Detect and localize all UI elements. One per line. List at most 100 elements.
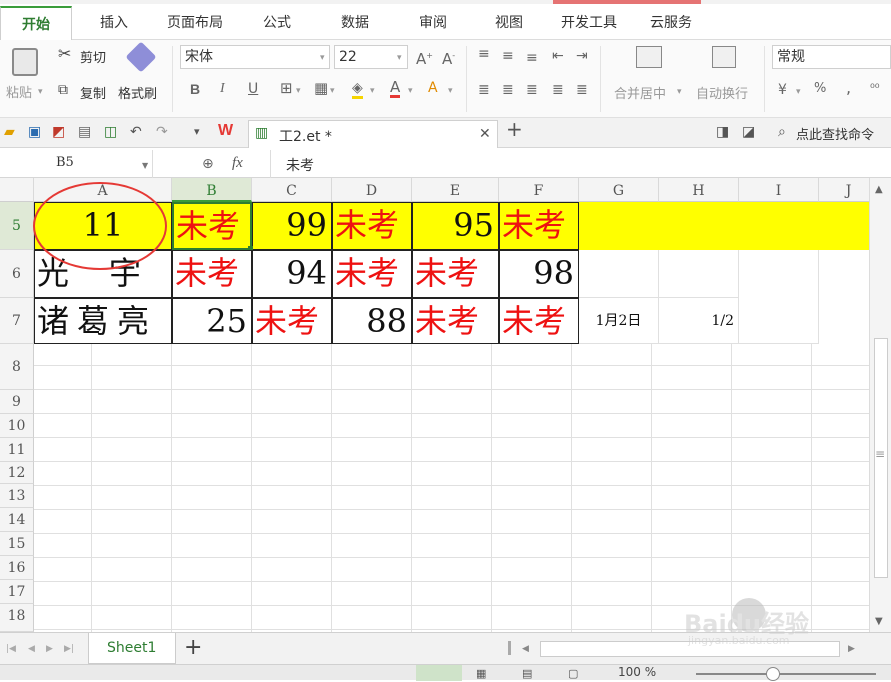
zoom-lookup-icon[interactable]: ⊕	[202, 156, 214, 172]
find-command-input[interactable]: 点此查找命令	[796, 124, 874, 143]
indent-decrease-icon[interactable]: ⇤	[552, 48, 564, 64]
cell-b5-selected[interactable]: 未考	[172, 202, 252, 250]
function-button[interactable]: fx	[232, 155, 243, 172]
decimal-icon[interactable]: ⁰⁰	[870, 80, 880, 96]
column-header-b[interactable]: B	[172, 178, 252, 202]
cell-f5[interactable]: 未考	[499, 202, 579, 250]
paste-button[interactable]: 粘贴	[6, 82, 32, 101]
chevron-down-icon[interactable]: ▾	[408, 83, 413, 99]
format-painter-icon[interactable]	[125, 41, 157, 73]
sheet-tab[interactable]: Sheet1	[88, 633, 176, 664]
close-icon[interactable]: ✕	[479, 126, 491, 142]
cell-c7[interactable]: 未考	[252, 298, 332, 344]
justify-icon[interactable]: ≣	[552, 82, 564, 98]
cut-button[interactable]: 剪切	[80, 47, 106, 66]
chevron-down-icon[interactable]: ▾	[796, 84, 801, 100]
cell-b6[interactable]: 未考	[172, 250, 252, 298]
export-pdf-icon[interactable]: ◩	[52, 124, 65, 140]
align-bottom-icon[interactable]: ≡	[526, 50, 538, 66]
cell-e5[interactable]: 95	[412, 202, 499, 250]
zoom-slider-knob[interactable]	[766, 667, 780, 681]
add-sheet-button[interactable]: +	[184, 635, 202, 660]
undo-icon[interactable]: ↶	[130, 124, 142, 140]
align-left-icon[interactable]: ≣	[478, 82, 490, 98]
percent-button[interactable]: %	[814, 81, 826, 96]
next-sheet-icon[interactable]: ▶	[46, 641, 53, 657]
column-header-d[interactable]: D	[332, 178, 412, 202]
split-handle[interactable]	[508, 641, 511, 655]
row-header-14[interactable]: 14	[0, 508, 34, 532]
font-name-select[interactable]: 宋体	[180, 45, 330, 69]
document-tab[interactable]: ▥ 工2.et * ✕	[248, 120, 498, 148]
cell-h7[interactable]: 1/2	[659, 298, 739, 344]
wps-logo-icon[interactable]: W	[218, 123, 233, 139]
wrap-text-icon[interactable]	[712, 46, 736, 68]
row-header-10[interactable]: 10	[0, 414, 34, 438]
cell-g6[interactable]	[579, 250, 659, 298]
cell-b7[interactable]: 25	[172, 298, 252, 344]
cell-f6[interactable]: 98	[499, 250, 579, 298]
scroll-left-icon[interactable]: ◀	[522, 641, 529, 657]
copy-icon[interactable]: ⧉	[58, 82, 68, 98]
row-header-9[interactable]: 9	[0, 390, 34, 414]
wrap-text-button[interactable]: 自动换行	[696, 83, 748, 102]
paste-icon[interactable]	[12, 48, 38, 76]
chevron-down-icon[interactable]: ▾	[330, 83, 335, 99]
format-painter-button[interactable]: 格式刷	[118, 83, 157, 102]
align-center-icon[interactable]: ≣	[502, 82, 514, 98]
row-header-12[interactable]: 12	[0, 462, 34, 484]
print-icon[interactable]: ▤	[78, 124, 91, 140]
prev-sheet-icon[interactable]: ◀	[28, 641, 35, 657]
zoom-slider[interactable]	[696, 673, 876, 675]
column-header-g[interactable]: G	[579, 178, 659, 202]
column-header-f[interactable]: F	[499, 178, 579, 202]
column-header-i[interactable]: I	[739, 178, 819, 202]
vertical-scrollbar[interactable]: ▲ ≡ ▼	[869, 178, 891, 632]
fill-color-icon[interactable]: ◈	[352, 80, 363, 99]
name-box[interactable]: B5	[56, 155, 74, 170]
merge-center-icon[interactable]	[636, 46, 662, 68]
chevron-down-icon[interactable]: ▾	[38, 84, 43, 100]
column-header-c[interactable]: C	[252, 178, 332, 202]
column-header-h[interactable]: H	[659, 178, 739, 202]
save-icon[interactable]: ▣	[28, 124, 41, 140]
row-header-11[interactable]: 11	[0, 438, 34, 462]
cell-d7[interactable]: 88	[332, 298, 412, 344]
cell-f7[interactable]: 未考	[499, 298, 579, 344]
chevron-down-icon[interactable]: ▼	[142, 158, 148, 174]
increase-font-icon[interactable]: A+	[416, 48, 433, 67]
empty-cells[interactable]	[34, 344, 869, 632]
cell-a7[interactable]: 诸葛亮	[34, 298, 172, 344]
tab-data[interactable]: 数据	[330, 6, 380, 40]
align-top-icon[interactable]: ≡	[478, 46, 490, 62]
first-sheet-icon[interactable]: |◀	[6, 641, 16, 657]
clear-format-icon[interactable]: A	[428, 80, 438, 96]
cell-c5[interactable]: 99	[252, 202, 332, 250]
cell-c6[interactable]: 94	[252, 250, 332, 298]
decrease-font-icon[interactable]: A-	[442, 48, 455, 67]
panel-toggle-icon[interactable]: ◨	[716, 124, 729, 140]
chevron-down-icon[interactable]: ▾	[677, 84, 682, 100]
align-right-icon[interactable]: ≣	[526, 82, 538, 98]
row-header-16[interactable]: 16	[0, 556, 34, 580]
cell-g7[interactable]: 1月2日	[579, 298, 659, 344]
row-header-18[interactable]: 18	[0, 604, 34, 632]
row-header-17[interactable]: 17	[0, 580, 34, 604]
tab-home[interactable]: 开始	[0, 6, 72, 40]
tab-page-layout[interactable]: 页面布局	[158, 6, 232, 40]
cell-style-icon[interactable]: ▦	[314, 80, 328, 96]
currency-icon[interactable]: ¥	[778, 82, 787, 98]
copy-button[interactable]: 复制	[80, 83, 106, 102]
chevron-up-icon[interactable]: ▲	[875, 182, 883, 198]
formula-input[interactable]: 未考	[286, 155, 314, 175]
spreadsheet-grid[interactable]: A B C D E F G H I J 5 6 7 8 9 10 11 12 1…	[0, 178, 891, 632]
scissors-icon[interactable]: ✂	[58, 46, 71, 62]
normal-view-button[interactable]	[416, 665, 462, 681]
indent-increase-icon[interactable]: ⇥	[576, 48, 588, 64]
redo-icon[interactable]: ↷	[156, 124, 168, 140]
border-icon[interactable]: ⊞	[280, 80, 293, 96]
chevron-down-icon[interactable]: ▾	[194, 124, 200, 140]
italic-icon[interactable]: I	[220, 81, 225, 97]
tab-formula[interactable]: 公式	[252, 6, 302, 40]
tab-developer[interactable]: 开发工具	[552, 6, 626, 40]
